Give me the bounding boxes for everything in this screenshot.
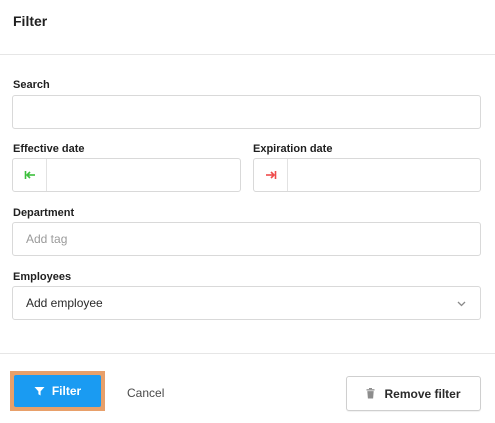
employees-select[interactable]: Add employee bbox=[12, 286, 481, 320]
expiration-date-field[interactable] bbox=[253, 158, 481, 192]
search-field[interactable] bbox=[12, 95, 481, 129]
employees-selected-value: Add employee bbox=[26, 296, 103, 310]
effective-date-field[interactable] bbox=[12, 158, 241, 192]
filter-button-highlight: Filter bbox=[10, 371, 105, 411]
dialog-header: Filter bbox=[0, 0, 495, 55]
expiration-date-icon-box[interactable] bbox=[254, 159, 288, 191]
arrow-to-right-icon bbox=[265, 171, 276, 179]
expiration-date-input[interactable] bbox=[296, 167, 478, 187]
filter-dialog: Filter Search Effective date Expiration … bbox=[0, 0, 495, 423]
department-tag-input[interactable]: Add tag bbox=[12, 222, 481, 256]
filter-button-label: Filter bbox=[51, 384, 82, 398]
funnel-icon bbox=[34, 386, 45, 395]
search-input[interactable] bbox=[23, 104, 472, 124]
effective-date-input[interactable] bbox=[55, 167, 237, 187]
effective-date-label: Effective date bbox=[13, 143, 85, 155]
expiration-date-label: Expiration date bbox=[253, 143, 333, 155]
department-label: Department bbox=[13, 207, 75, 219]
employees-label: Employees bbox=[13, 271, 72, 283]
cancel-button[interactable]: Cancel bbox=[127, 386, 164, 400]
chevron-down-icon bbox=[457, 294, 466, 312]
remove-filter-label: Remove filter bbox=[384, 386, 461, 401]
filter-button[interactable]: Filter bbox=[14, 375, 101, 407]
search-label: Search bbox=[13, 79, 50, 91]
arrow-to-left-icon bbox=[24, 171, 35, 179]
effective-date-icon-box[interactable] bbox=[13, 159, 47, 191]
dialog-title: Filter bbox=[13, 13, 48, 29]
trash-icon bbox=[366, 388, 375, 399]
department-placeholder: Add tag bbox=[26, 232, 68, 246]
remove-filter-button[interactable]: Remove filter bbox=[346, 376, 481, 411]
